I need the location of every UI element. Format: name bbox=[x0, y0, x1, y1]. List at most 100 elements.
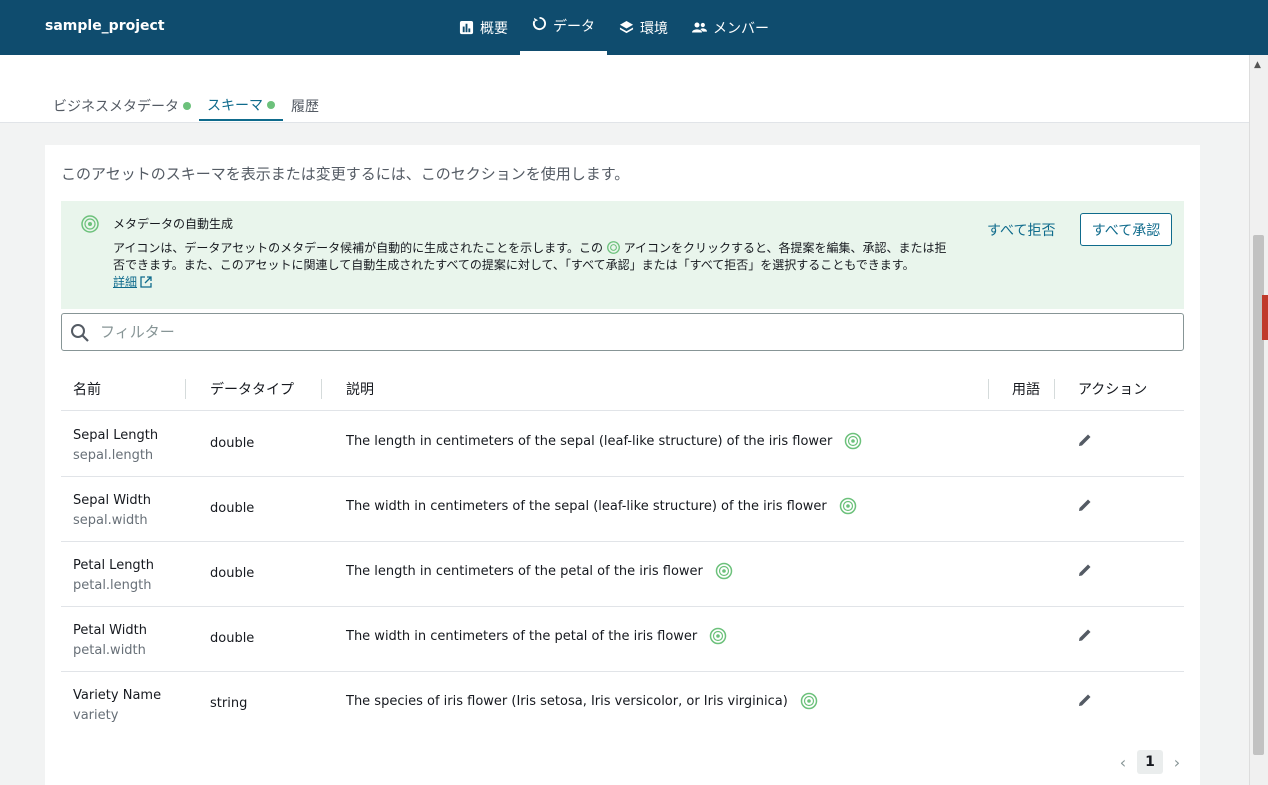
table-row: Petal Width petal.width double The width… bbox=[61, 607, 1184, 672]
pagination: ‹ 1 › bbox=[1115, 750, 1185, 774]
learn-more-label: 詳細 bbox=[113, 275, 138, 289]
field-display-name: Petal Width bbox=[73, 623, 147, 638]
field-description-cell: The species of iris flower (Iris setosa,… bbox=[346, 692, 818, 710]
tab-business-metadata[interactable]: ビジネスメタデータ bbox=[53, 91, 191, 121]
field-name-cell: Sepal Length sepal.length bbox=[73, 426, 158, 466]
tab-schema-label: スキーマ bbox=[207, 98, 263, 114]
field-description-cell: The width in centimeters of the sepal (l… bbox=[346, 497, 857, 515]
field-description: The length in centimeters of the petal o… bbox=[346, 563, 703, 579]
learn-more-link[interactable]: 詳細 bbox=[113, 273, 152, 290]
column-header-action: アクション bbox=[1078, 382, 1148, 398]
field-name-cell: Variety Name variety bbox=[73, 686, 161, 726]
filter-input[interactable] bbox=[100, 320, 1160, 344]
field-description: The width in centimeters of the petal of… bbox=[346, 628, 698, 644]
project-name[interactable]: sample_project bbox=[45, 18, 165, 34]
alert-title: メタデータの自動生成 bbox=[113, 217, 234, 231]
ai-sparkle-icon[interactable] bbox=[715, 562, 733, 580]
field-description: The length in centimeters of the sepal (… bbox=[346, 433, 833, 449]
column-divider bbox=[988, 379, 989, 399]
edit-pencil-icon[interactable] bbox=[1077, 562, 1093, 578]
column-divider bbox=[185, 379, 186, 399]
schema-card: このアセットのスキーマを表示または変更するには、このセクションを使用します。 メ… bbox=[45, 145, 1200, 785]
ai-sparkle-icon[interactable] bbox=[839, 497, 857, 515]
field-name-cell: Petal Width petal.width bbox=[73, 621, 147, 661]
field-description-cell: The length in centimeters of the petal o… bbox=[346, 562, 733, 580]
nav-environment[interactable]: 環境 bbox=[607, 0, 680, 55]
ai-sparkle-icon bbox=[81, 215, 99, 233]
nav-overview-label: 概要 bbox=[480, 20, 508, 37]
field-column-name: variety bbox=[73, 708, 119, 723]
column-header-name[interactable]: 名前 bbox=[73, 379, 101, 399]
vertical-scrollbar[interactable]: ▲ bbox=[1249, 55, 1268, 785]
intro-text: このアセットのスキーマを表示または変更するには、このセクションを使用します。 bbox=[61, 165, 630, 183]
people-icon bbox=[692, 22, 707, 33]
refresh-icon bbox=[532, 16, 546, 31]
field-description-cell: The width in centimeters of the petal of… bbox=[346, 627, 727, 645]
sub-tabs: ビジネスメタデータ スキーマ 履歴 bbox=[0, 55, 1249, 123]
nav-environment-label: 環境 bbox=[640, 20, 668, 37]
field-name-cell: Petal Length petal.length bbox=[73, 556, 154, 596]
field-display-name: Sepal Width bbox=[73, 493, 151, 508]
nav-members[interactable]: メンバー bbox=[680, 0, 781, 55]
column-divider bbox=[321, 379, 322, 399]
field-description: The species of iris flower (Iris setosa,… bbox=[346, 693, 788, 709]
field-name-cell: Sepal Width sepal.width bbox=[73, 491, 151, 531]
nav-overview[interactable]: 概要 bbox=[447, 0, 520, 55]
column-divider bbox=[1054, 379, 1055, 399]
field-display-name: Petal Length bbox=[73, 558, 155, 573]
scroll-up-arrow-icon[interactable]: ▲ bbox=[1254, 60, 1261, 70]
field-type: double bbox=[210, 566, 255, 581]
nav-data[interactable]: データ bbox=[520, 0, 607, 55]
tab-history-label: 履歴 bbox=[291, 99, 319, 115]
field-description: The width in centimeters of the sepal (l… bbox=[346, 498, 827, 514]
alert-body: アイコンは、データアセットのメタデータ候補が自動的に生成されたことを示します。こ… bbox=[113, 240, 958, 274]
nav-data-label: データ bbox=[553, 19, 595, 35]
main-nav: 概要 データ 環境 メンバー bbox=[447, 0, 781, 55]
table-row: Variety Name variety string The species … bbox=[61, 672, 1184, 737]
window-edge-decoration bbox=[1262, 295, 1268, 340]
field-description-cell: The length in centimeters of the sepal (… bbox=[346, 432, 862, 450]
top-nav-bar: sample_project 概要 データ 環境 メンバー bbox=[0, 0, 1268, 55]
field-display-name: Variety Name bbox=[73, 688, 162, 703]
edit-pencil-icon[interactable] bbox=[1077, 627, 1093, 643]
ai-sparkle-icon bbox=[606, 241, 620, 254]
field-type: double bbox=[210, 501, 255, 516]
table-row: Sepal Length sepal.length double The len… bbox=[61, 412, 1184, 477]
field-column-name: sepal.width bbox=[73, 513, 148, 528]
tab-business-metadata-label: ビジネスメタデータ bbox=[53, 99, 179, 115]
tab-history[interactable]: 履歴 bbox=[291, 91, 319, 121]
ai-sparkle-icon[interactable] bbox=[709, 627, 727, 645]
external-link-icon bbox=[140, 275, 152, 288]
field-column-name: petal.length bbox=[73, 578, 152, 593]
bar-chart-icon bbox=[459, 20, 474, 35]
field-type: double bbox=[210, 631, 255, 646]
table-header: 名前 データタイプ 説明 用語 アクション bbox=[61, 371, 1184, 411]
edit-pencil-icon[interactable] bbox=[1077, 432, 1093, 448]
nav-members-label: メンバー bbox=[713, 20, 769, 37]
field-column-name: petal.width bbox=[73, 643, 146, 658]
field-column-name: sepal.length bbox=[73, 448, 154, 463]
chevron-right-icon[interactable]: › bbox=[1169, 753, 1185, 772]
table-row: Sepal Width sepal.width double The width… bbox=[61, 477, 1184, 542]
edit-pencil-icon[interactable] bbox=[1077, 497, 1093, 513]
ai-sparkle-icon[interactable] bbox=[844, 432, 862, 450]
table-row: Petal Length petal.length double The len… bbox=[61, 542, 1184, 607]
tab-schema[interactable]: スキーマ bbox=[199, 91, 283, 121]
chevron-left-icon[interactable]: ‹ bbox=[1115, 753, 1131, 772]
status-dot-icon bbox=[183, 102, 191, 110]
field-type: double bbox=[210, 436, 255, 451]
reject-all-button[interactable]: すべて拒否 bbox=[987, 220, 1055, 240]
status-dot-icon bbox=[267, 101, 275, 109]
column-header-term[interactable]: 用語 bbox=[1012, 379, 1040, 399]
ai-sparkle-icon[interactable] bbox=[800, 692, 818, 710]
column-header-description[interactable]: 説明 bbox=[346, 379, 374, 399]
field-type: string bbox=[210, 696, 248, 711]
search-icon bbox=[71, 324, 89, 342]
auto-metadata-alert: メタデータの自動生成 アイコンは、データアセットのメタデータ候補が自動的に生成さ… bbox=[61, 201, 1184, 309]
layers-icon bbox=[619, 20, 634, 34]
approve-all-button[interactable]: すべて承認 bbox=[1080, 213, 1172, 246]
column-header-type[interactable]: データタイプ bbox=[210, 379, 294, 399]
edit-pencil-icon[interactable] bbox=[1077, 692, 1093, 708]
field-display-name: Sepal Length bbox=[73, 428, 159, 443]
page-number[interactable]: 1 bbox=[1137, 750, 1163, 774]
